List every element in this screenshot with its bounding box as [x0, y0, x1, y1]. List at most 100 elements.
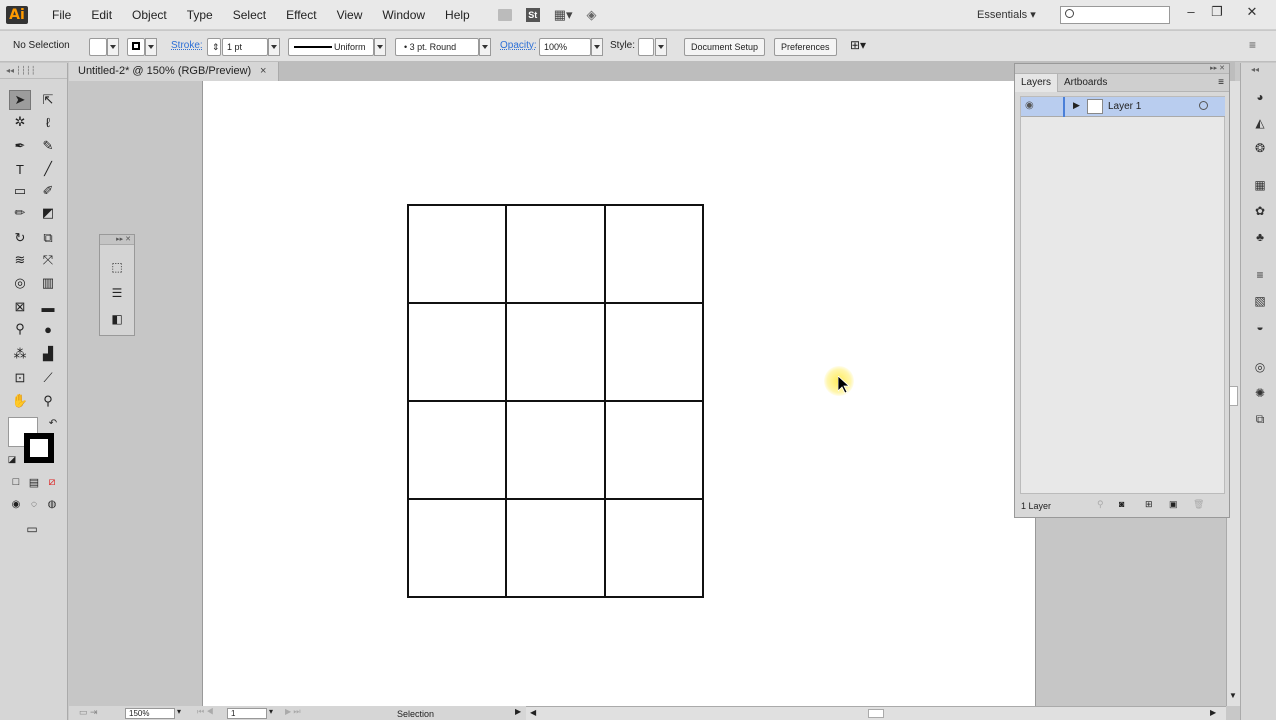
rotate-tool-icon[interactable]: ↻ — [9, 228, 31, 248]
close-window-icon[interactable]: ✕ — [1242, 4, 1262, 20]
stroke-color-swatch[interactable] — [127, 38, 145, 56]
scroll-left-icon[interactable]: ◀ — [530, 708, 536, 717]
zoom-dropdown-icon[interactable]: ▾ — [177, 707, 181, 716]
perspective-grid-tool-icon[interactable]: ▥ — [37, 273, 59, 293]
arrange-icon[interactable]: ⊞▾ — [850, 38, 866, 52]
layers-panel-grip[interactable]: ▸▸ ✕ — [1015, 64, 1229, 74]
paintbrush-tool-icon[interactable]: ✐ — [37, 181, 59, 201]
eraser-tool-icon[interactable]: ◩ — [37, 203, 59, 223]
pen-tool-icon[interactable]: ✒ — [9, 136, 31, 156]
align-panel-icon[interactable]: ☰ — [106, 283, 128, 303]
screen-mode-icon[interactable]: ▭ — [21, 519, 43, 539]
curvature-tool-icon[interactable]: ✎ — [37, 136, 59, 156]
preferences-button[interactable]: Preferences — [774, 38, 837, 56]
delete-layer-icon[interactable]: 🗑 — [1193, 499, 1204, 510]
horizontal-scroll-thumb[interactable] — [868, 709, 884, 718]
direct-selection-tool-icon[interactable]: ⇱ — [37, 90, 59, 110]
layer-row[interactable]: ◉ ▶ Layer 1 — [1021, 97, 1225, 117]
fill-dropdown[interactable] — [107, 38, 119, 56]
arrange-documents-icon[interactable]: ▦▾ — [554, 7, 573, 23]
brush-definition[interactable]: • 3 pt. Round — [395, 38, 479, 56]
lasso-tool-icon[interactable]: ℓ — [37, 112, 59, 132]
opacity-label[interactable]: Opacity: — [500, 40, 537, 51]
gpu-performance-icon[interactable]: ◈ — [587, 7, 597, 23]
none-mode-icon[interactable]: ⧄ — [41, 472, 63, 492]
right-dock-grip[interactable]: ◂◂ — [1251, 65, 1259, 74]
new-sublayer-icon[interactable]: ⊞ — [1145, 499, 1153, 510]
status-menu-icon[interactable]: ▶ — [515, 707, 521, 716]
menu-object[interactable]: Object — [122, 0, 177, 30]
eyedropper-tool-icon[interactable]: ⚲ — [9, 319, 31, 339]
slice-tool-icon[interactable]: ⟋ — [37, 368, 59, 388]
locate-object-icon[interactable]: ⚲ — [1097, 499, 1104, 510]
tools-panel-grip[interactable]: ◂◂ ┆┆┆┆ — [0, 63, 67, 79]
visibility-eye-icon[interactable]: ◉ — [1025, 100, 1034, 111]
width-tool-icon[interactable]: ≋ — [9, 250, 31, 270]
tab-artboards[interactable]: Artboards — [1058, 74, 1113, 92]
zoom-tool-icon[interactable]: ⚲ — [37, 391, 59, 411]
restore-icon[interactable]: ❐ — [1207, 4, 1227, 20]
color-panel-icon[interactable]: ◕ — [1252, 89, 1268, 105]
stock-icon[interactable]: St — [525, 7, 540, 22]
symbols-panel-icon[interactable]: ♣ — [1252, 229, 1268, 245]
brushes-panel-icon[interactable]: ✿ — [1252, 203, 1268, 219]
menu-view[interactable]: View — [327, 0, 373, 30]
stroke-label[interactable]: Stroke: — [171, 40, 203, 51]
menu-select[interactable]: Select — [223, 0, 276, 30]
document-tab[interactable]: Untitled-2* @ 150% (RGB/Preview) — [69, 62, 279, 81]
graphic-styles-panel-icon[interactable]: ✺ — [1252, 385, 1268, 401]
default-fill-stroke-icon[interactable]: ◪ — [1, 449, 23, 469]
pencil-tool-icon[interactable]: ✏ — [9, 203, 31, 223]
transparency-panel-icon[interactable]: ◒ — [1252, 319, 1268, 335]
menu-effect[interactable]: Effect — [276, 0, 326, 30]
blend-tool-icon[interactable]: ● — [37, 319, 59, 339]
opacity-field[interactable]: 100% — [539, 38, 591, 56]
first-artboard-icon[interactable]: ⏮ ◀ — [197, 707, 214, 717]
menu-file[interactable]: File — [42, 0, 81, 30]
scroll-down-icon[interactable]: ▼ — [1229, 691, 1237, 700]
workspace-switcher[interactable]: Essentials ▾ — [977, 8, 1036, 21]
swatches-panel-icon[interactable]: ▦ — [1252, 177, 1268, 193]
minimize-icon[interactable]: – — [1181, 4, 1201, 19]
magic-wand-tool-icon[interactable]: ✲ — [9, 112, 31, 132]
artboard-tool-icon[interactable]: ⊡ — [9, 368, 31, 388]
pathfinder-panel-icon[interactable]: ◧ — [106, 309, 128, 329]
bridge-icon[interactable] — [497, 8, 512, 21]
help-search-input[interactable] — [1060, 6, 1170, 24]
type-tool-icon[interactable]: T — [9, 159, 31, 179]
stroke-swatch[interactable] — [24, 433, 54, 463]
floating-panel-header[interactable]: ▸▸ ✕ — [100, 235, 134, 245]
scale-tool-icon[interactable]: ⧉ — [37, 228, 59, 248]
grid-artwork[interactable] — [407, 204, 704, 598]
brush-dropdown[interactable] — [479, 38, 491, 56]
tab-layers[interactable]: Layers — [1015, 73, 1059, 92]
target-circle-icon[interactable] — [1199, 101, 1208, 110]
horizontal-scrollbar[interactable]: ◀ ▶ — [526, 706, 1226, 720]
line-segment-tool-icon[interactable]: ╱ — [37, 159, 59, 179]
style-dropdown[interactable] — [655, 38, 667, 56]
draw-inside-icon[interactable]: ◍ — [41, 494, 63, 514]
export-panel-icon[interactable]: ⧉ — [1252, 411, 1268, 427]
artboard-dropdown-icon[interactable]: ▾ — [269, 707, 273, 716]
appearance-panel-icon[interactable]: ◎ — [1252, 359, 1268, 375]
scroll-right-icon[interactable]: ▶ — [1210, 708, 1216, 717]
panel-menu-icon[interactable]: ≡ — [1218, 77, 1229, 88]
profile-dropdown[interactable] — [374, 38, 386, 56]
status-nav-icon[interactable]: ▭ ⇥ — [79, 707, 98, 718]
stroke-weight-field[interactable]: 1 pt — [222, 38, 268, 56]
menu-edit[interactable]: Edit — [81, 0, 122, 30]
gradient-panel-icon[interactable]: ▧ — [1252, 293, 1268, 309]
stroke-weight-dropdown[interactable] — [268, 38, 280, 56]
artboard[interactable] — [202, 81, 1036, 706]
new-layer-icon[interactable]: ▣ — [1169, 499, 1178, 510]
make-clipping-mask-icon[interactable]: ◙ — [1119, 499, 1124, 509]
mesh-tool-icon[interactable]: ⊠ — [9, 297, 31, 317]
cc-libraries-icon[interactable]: ❂ — [1252, 140, 1268, 156]
swap-fill-stroke-icon[interactable]: ↶ — [42, 413, 64, 433]
control-panel-menu-icon[interactable]: ≡ — [1249, 38, 1256, 52]
color-guide-icon[interactable]: ◭ — [1252, 115, 1268, 131]
shape-builder-tool-icon[interactable]: ◎ — [9, 273, 31, 293]
hand-tool-icon[interactable]: ✋ — [9, 391, 31, 411]
stroke-panel-icon[interactable]: ≡ — [1252, 267, 1268, 283]
graphic-style-swatch[interactable] — [638, 38, 654, 56]
